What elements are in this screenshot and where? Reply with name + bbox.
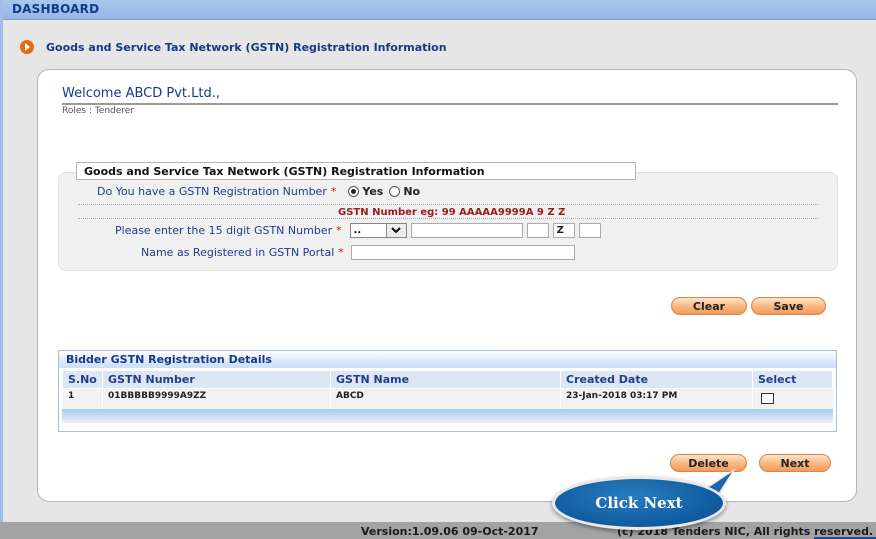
grid-title: Bidder GSTN Registration Details <box>59 351 836 368</box>
gstn-number-row: Please enter the 15 digit GSTN Number * … <box>115 223 601 238</box>
select-checkbox[interactable] <box>761 393 774 404</box>
main-panel: Welcome ABCD Pvt.Ltd., Roles : Tenderer … <box>37 69 857 502</box>
version-text: Version:1.09.06 09-Oct-2017 <box>361 525 539 538</box>
checksum-input[interactable] <box>578 223 601 238</box>
chevron-down-icon[interactable] <box>385 224 406 237</box>
column-header-gstn-number: GSTN Number <box>102 370 331 389</box>
gstn-question-label: Do You have a GSTN Registration Number <box>97 185 327 198</box>
radio-no[interactable] <box>389 186 401 197</box>
page-heading: Goods and Service Tax Network (GSTN) Reg… <box>20 40 447 54</box>
grid-footer <box>62 409 833 423</box>
play-bullet-icon <box>20 40 34 54</box>
cell-gstn-number: 01BBBBB9999A9ZZ <box>102 388 331 409</box>
required-mark: * <box>336 224 342 237</box>
registered-name-row: Name as Registered in GSTN Portal * <box>141 245 575 260</box>
state-code-value: .. <box>353 225 362 236</box>
cell-sno: 1 <box>62 388 103 409</box>
dashboard-title: DASHBOARD <box>12 2 100 16</box>
cell-select <box>752 388 833 409</box>
z-default-input[interactable]: Z <box>552 223 575 238</box>
table-row: 1 01BBBBB9999A9ZZ ABCD 23-Jan-2018 03:17… <box>62 388 833 409</box>
gstn-question-row: Do You have a GSTN Registration Number *… <box>97 185 426 198</box>
next-button[interactable]: Next <box>759 454 831 472</box>
cell-gstn-name: ABCD <box>330 388 561 409</box>
column-header-sno: S.No <box>62 370 103 389</box>
radio-yes[interactable] <box>348 186 360 197</box>
gstn-section-title: Goods and Service Tax Network (GSTN) Reg… <box>76 162 636 180</box>
column-header-created-date: Created Date <box>560 370 753 389</box>
gstn-details-grid: Bidder GSTN Registration Details S.No GS… <box>58 350 837 432</box>
radio-yes-label[interactable]: Yes <box>362 185 383 198</box>
clear-button[interactable]: Clear <box>671 297 747 315</box>
entity-number-input[interactable] <box>526 223 549 238</box>
gstn-number-label: Please enter the 15 digit GSTN Number <box>115 224 333 237</box>
dashboard-header: DASHBOARD <box>3 0 876 20</box>
required-mark: * <box>330 185 337 198</box>
save-button[interactable]: Save <box>751 297 826 315</box>
click-next-callout: Click Next <box>552 476 726 530</box>
pan-input[interactable] <box>410 223 523 238</box>
table-header-row: S.No GSTN Number GSTN Name Created Date … <box>62 370 833 389</box>
callout-text: Click Next <box>595 494 683 512</box>
gstn-example-text: GSTN Number eg: 99 AAAAA9999A 9 Z Z <box>338 207 566 218</box>
left-edge <box>0 0 3 522</box>
page-heading-text: Goods and Service Tax Network (GSTN) Reg… <box>46 40 447 54</box>
registered-name-input[interactable] <box>350 245 575 260</box>
registered-name-label: Name as Registered in GSTN Portal <box>141 246 335 259</box>
gstn-details-table: S.No GSTN Number GSTN Name Created Date … <box>62 370 833 409</box>
state-code-select[interactable]: .. <box>349 223 407 238</box>
required-mark: * <box>338 246 344 259</box>
divider <box>78 218 818 219</box>
column-header-select: Select <box>752 370 833 389</box>
welcome-title: Welcome ABCD Pvt.Ltd., <box>62 86 838 105</box>
column-header-gstn-name: GSTN Name <box>330 370 561 389</box>
divider <box>78 204 818 205</box>
roles-label: Roles : Tenderer <box>62 106 135 116</box>
cell-created-date: 23-Jan-2018 03:17 PM <box>560 388 753 409</box>
radio-no-label[interactable]: No <box>403 185 420 198</box>
